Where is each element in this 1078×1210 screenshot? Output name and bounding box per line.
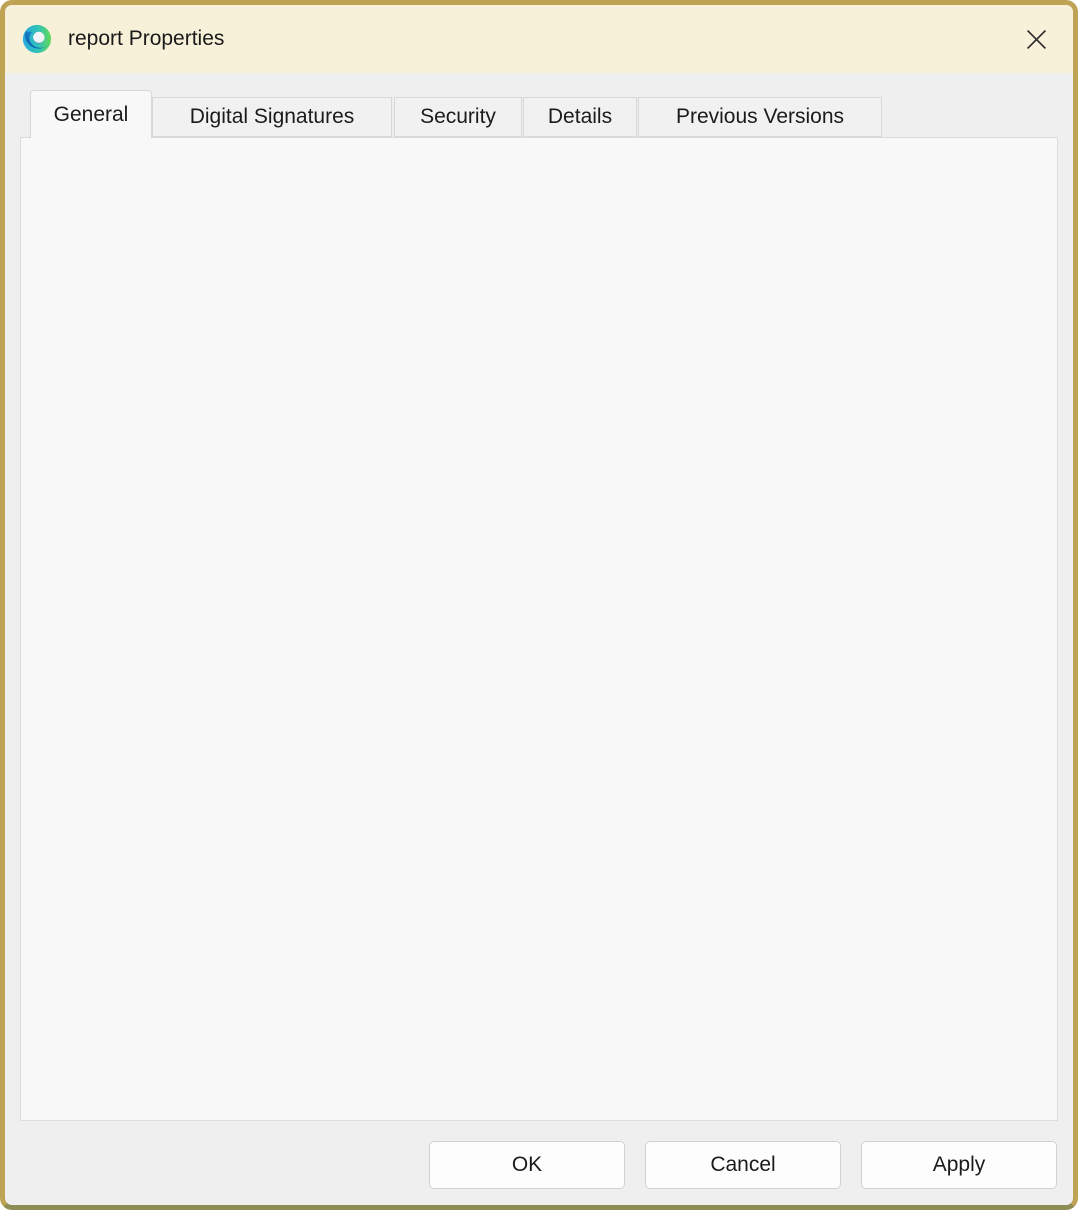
tab-general[interactable]: General: [30, 90, 152, 138]
tab-security[interactable]: Security: [394, 97, 522, 137]
general-tab-page: [20, 137, 1058, 1121]
cancel-button[interactable]: Cancel: [645, 1141, 841, 1189]
tab-previous-versions[interactable]: Previous Versions: [638, 97, 882, 137]
edge-logo-icon: [22, 24, 52, 54]
close-button[interactable]: [1017, 20, 1055, 58]
properties-dialog: report Properties General Digital Signat…: [0, 0, 1078, 1210]
titlebar: report Properties: [5, 5, 1073, 73]
window-title: report Properties: [68, 27, 224, 51]
tab-digital-signatures[interactable]: Digital Signatures: [152, 97, 392, 137]
ok-button[interactable]: OK: [429, 1141, 625, 1189]
close-icon: [1026, 29, 1047, 50]
apply-button[interactable]: Apply: [861, 1141, 1057, 1189]
tab-details[interactable]: Details: [523, 97, 637, 137]
